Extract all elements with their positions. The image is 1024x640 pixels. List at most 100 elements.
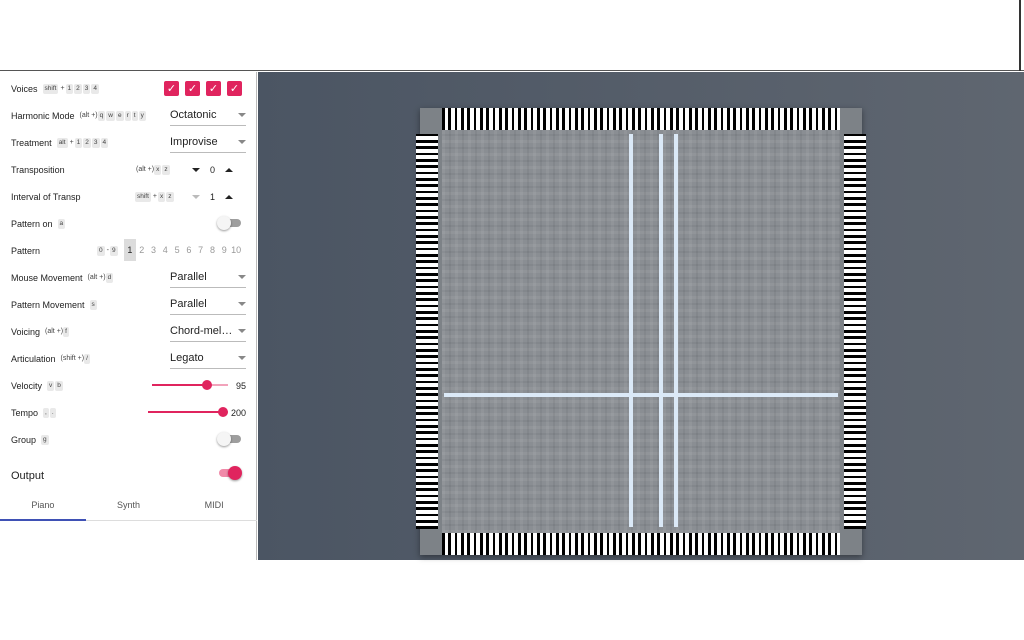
articulation-label: Articulation: [11, 353, 56, 364]
interval-stepper: 1: [192, 191, 234, 202]
shortcut-key: 0: [97, 245, 105, 256]
shortcut-modifier: (alt +): [136, 166, 155, 173]
decrement-arrow-icon[interactable]: [192, 194, 200, 199]
pattern-label: Pattern: [11, 245, 41, 256]
mouse-movement-label: Mouse Movement: [11, 272, 83, 283]
toggle-thumb: [217, 432, 231, 446]
voices-row: Voices shift + 1 2 3 4 ✓ ✓ ✓ ✓: [0, 75, 257, 102]
harmonic-mode-select[interactable]: Octatonic: [170, 106, 246, 126]
pitch-grid-board[interactable]: [416, 108, 866, 555]
shortcut-key: b: [55, 380, 63, 391]
shortcut-key: shift: [42, 83, 59, 94]
velocity-slider[interactable]: [152, 378, 228, 392]
voice-2-checkbox[interactable]: ✓: [185, 81, 200, 96]
interval-value: 1: [210, 191, 216, 202]
voice-line-vertical: [629, 134, 633, 527]
velocity-label: Velocity: [11, 380, 43, 391]
top-keyboard-strip: [442, 108, 840, 130]
shortcut-key: d: [105, 272, 114, 283]
shortcut-modifier: (alt +): [45, 328, 64, 335]
shortcut-key: 4: [100, 137, 109, 148]
pattern-cell[interactable]: 9: [218, 239, 230, 261]
dropdown-caret-icon: [238, 275, 246, 279]
voicing-label: Voicing: [11, 326, 41, 337]
pattern-cell[interactable]: 6: [183, 239, 195, 261]
shortcut-key: alt: [56, 137, 68, 148]
pattern-cell[interactable]: 5: [171, 239, 183, 261]
shortcut-key: v: [47, 380, 55, 391]
shortcut-dash: -: [106, 247, 109, 254]
articulation-select[interactable]: Legato: [170, 349, 246, 369]
pattern-cell[interactable]: 10: [230, 239, 242, 261]
voices-checkboxes: ✓ ✓ ✓ ✓: [164, 81, 242, 96]
pattern-on-toggle[interactable]: [217, 216, 241, 230]
shortcut-key: e: [115, 110, 124, 121]
harmonic-mode-row: Harmonic Mode (alt +) q w e r t y Octato…: [0, 102, 257, 129]
shortcut-key: s: [89, 299, 97, 310]
voice-3-checkbox[interactable]: ✓: [206, 81, 221, 96]
shortcut-key: /: [84, 353, 90, 364]
pattern-cell[interactable]: 1: [124, 239, 136, 261]
group-label: Group: [11, 434, 37, 445]
pattern-cell[interactable]: 8: [207, 239, 219, 261]
shortcut-key: 4: [91, 83, 100, 94]
increment-arrow-icon[interactable]: [225, 167, 234, 172]
voicing-row: Voicing (alt +) f Chord-melody: [0, 318, 257, 345]
shortcut-plus: +: [152, 193, 158, 200]
shortcut-key: r: [124, 110, 131, 121]
pattern-cell[interactable]: 4: [159, 239, 171, 261]
dropdown-caret-icon: [238, 140, 246, 144]
harmonic-mode-value: Octatonic: [170, 109, 217, 121]
articulation-row: Articulation (shift +) / Legato: [0, 345, 257, 372]
pattern-cell[interactable]: 2: [136, 239, 148, 261]
toggle-thumb: [228, 466, 242, 480]
shortcut-key: 9: [109, 245, 118, 256]
transposition-value: 0: [210, 164, 216, 175]
shortcut-key: w: [106, 110, 115, 121]
treatment-row: Treatment alt + 1 2 3 4 Improvise: [0, 129, 257, 156]
pattern-on-row: Pattern on a: [0, 210, 257, 237]
increment-arrow-icon[interactable]: [225, 194, 234, 199]
shortcut-key: .: [49, 407, 56, 418]
pattern-movement-row: Pattern Movement s Parallel: [0, 291, 257, 318]
shortcut-key: f: [63, 326, 69, 337]
shortcut-modifier: (shift +): [60, 355, 85, 362]
slider-thumb[interactable]: [202, 380, 212, 390]
output-toggle[interactable]: [217, 466, 242, 480]
shortcut-plus: +: [69, 139, 74, 146]
shortcut-key: y: [138, 110, 146, 121]
decrement-arrow-icon[interactable]: [192, 167, 200, 172]
group-row: Group g: [0, 426, 257, 453]
shortcut-key: x: [158, 191, 166, 202]
treatment-select[interactable]: Improvise: [170, 133, 246, 153]
voicing-select[interactable]: Chord-melody: [170, 322, 246, 342]
tempo-slider[interactable]: [148, 405, 228, 419]
top-bar: [0, 0, 1024, 71]
tab-piano[interactable]: Piano: [0, 492, 86, 521]
voice-line-horizontal: [444, 393, 838, 397]
pattern-on-label: Pattern on: [11, 218, 53, 229]
shortcut-key: z: [166, 191, 174, 202]
transposition-label: Transposition: [11, 164, 65, 175]
pattern-cell[interactable]: 3: [148, 239, 160, 261]
group-toggle[interactable]: [217, 432, 241, 446]
tempo-row: Tempo , . 200: [0, 399, 257, 426]
mouse-movement-select[interactable]: Parallel: [170, 268, 246, 288]
tab-midi[interactable]: MIDI: [171, 492, 257, 520]
slider-thumb[interactable]: [218, 407, 228, 417]
shortcut-key: 3: [82, 83, 91, 94]
pitch-grid[interactable]: [442, 130, 840, 533]
pattern-movement-label: Pattern Movement: [11, 299, 85, 310]
voice-4-checkbox[interactable]: ✓: [227, 81, 242, 96]
pattern-movement-value: Parallel: [170, 298, 207, 310]
shortcut-key: 1: [65, 83, 74, 94]
treatment-label: Treatment: [11, 137, 52, 148]
tab-synth[interactable]: Synth: [86, 492, 172, 520]
pattern-cell[interactable]: 7: [195, 239, 207, 261]
harmonic-mode-label: Harmonic Mode: [11, 110, 75, 121]
voice-1-checkbox[interactable]: ✓: [164, 81, 179, 96]
shortcut-key: 2: [74, 83, 82, 94]
dropdown-caret-icon: [238, 113, 246, 117]
shortcut-key: q: [97, 110, 106, 121]
pattern-movement-select[interactable]: Parallel: [170, 295, 246, 315]
